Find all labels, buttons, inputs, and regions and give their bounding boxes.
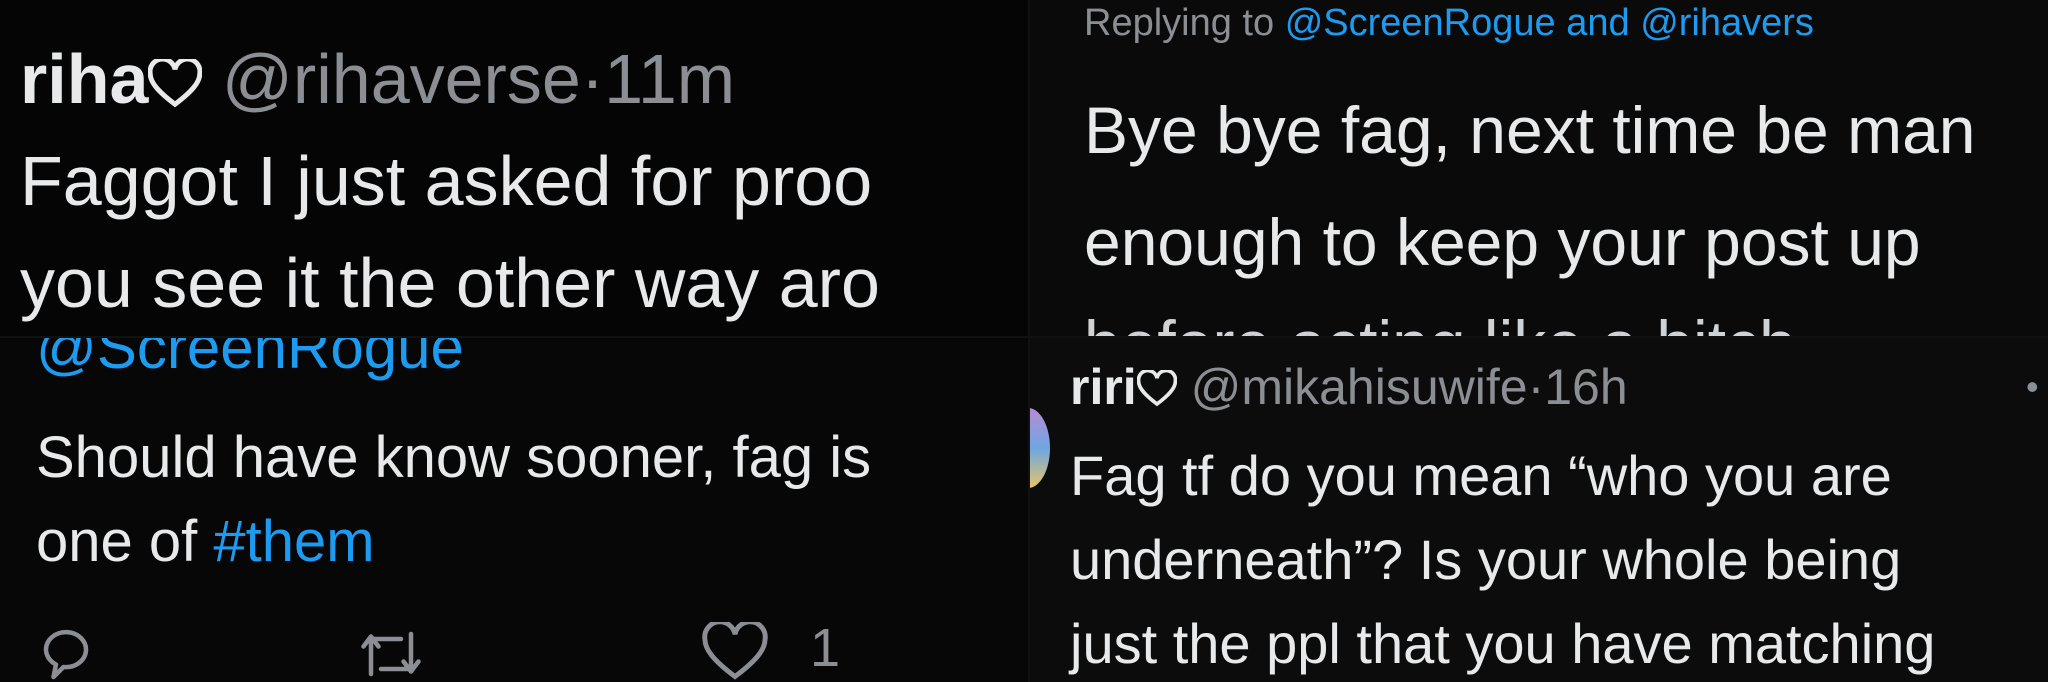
tweet-text-line: one of #them [36,510,375,574]
tweet-text-line: Bye bye fag, next time be man [1084,93,1976,167]
tweet-header: riha @rihaverse·11m [20,42,735,122]
tweet-text: one of [36,509,198,574]
mention-link[interactable]: @ScreenRogue [36,338,464,380]
tweet-text-line: you see it the other way aro [20,244,880,322]
hashtag-link[interactable]: #them [213,509,374,574]
tweet-text-line: just the ppl that you have matching [1070,612,1936,675]
like-count: 1 [810,618,841,678]
separator-dot: · [1527,359,1545,415]
heart-outline-icon [1136,362,1177,420]
user-handle[interactable]: @mikahisuwife [1191,359,1528,415]
separator-dot: · [580,40,605,118]
reply-panel: Replying to @ScreenRogue and @rihavers B… [1030,0,2048,338]
more-options-icon[interactable]: • [2026,358,2039,416]
avatar[interactable] [1030,408,1050,488]
replying-to-line: Replying to @ScreenRogue and @rihavers [1084,0,1814,46]
tweet-time[interactable]: 11m [604,40,735,118]
tweet-header: riri @mikahisuwife·16h [1070,358,1628,420]
reply-icon[interactable] [36,622,96,682]
mention-link[interactable]: @rihavers [1640,2,1814,44]
retweet-icon[interactable] [356,624,426,682]
display-name[interactable]: riri [1070,359,1137,415]
heart-outline-icon [147,48,203,122]
like-icon[interactable] [702,619,768,682]
tweet-text-line: Should have know sooner, fag is [36,425,872,490]
tweet-actions: 1 [36,614,936,682]
tweet-text-line: before acting like a bitch [1084,306,1796,338]
display-name[interactable]: riha [20,40,148,118]
tweet-text-line: Fag tf do you mean “who you are [1070,444,1892,507]
tweet-text-line: enough to keep your post up [1084,205,1921,279]
user-handle[interactable]: @rihaverse [222,40,581,118]
horizontal-divider [0,336,2048,338]
tweet-text-line: Faggot I just asked for proo [20,142,873,220]
tweet-panel-mikahisuwife: riri @mikahisuwife·16h • Fag tf do you m… [1030,338,2048,682]
replying-to-label: Replying to [1084,2,1275,44]
and-label: and [1566,2,1630,44]
tweet-panel-rihaverse: riha @rihaverse·11m Faggot I just asked … [0,0,1028,338]
tweet-text-line: underneath”? Is your whole being [1070,528,1902,591]
tweet-time[interactable]: 16h [1544,359,1627,415]
tweet-panel-reply: @ScreenRogue Should have know sooner, fa… [0,338,1028,682]
mention-link[interactable]: @ScreenRogue [1285,2,1556,44]
